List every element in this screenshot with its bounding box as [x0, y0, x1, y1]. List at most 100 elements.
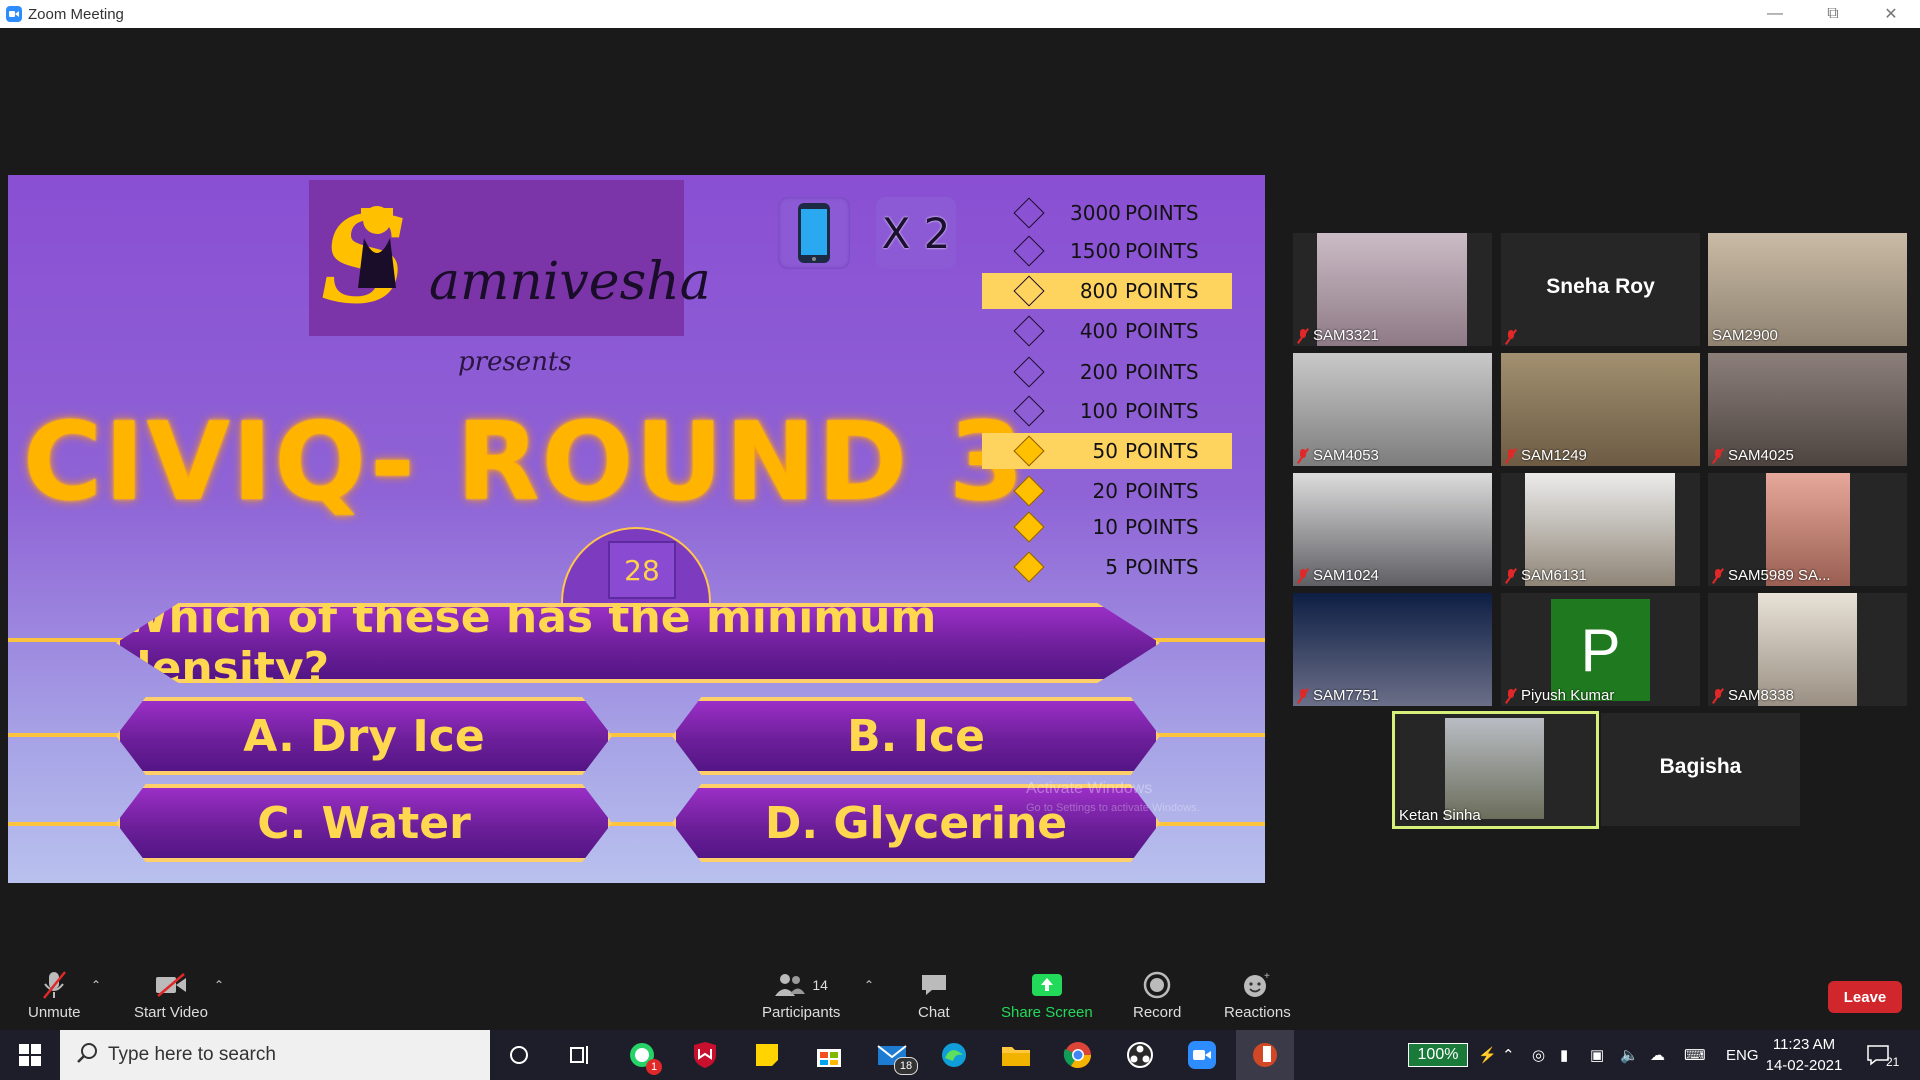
- participant-tile[interactable]: SAM2900: [1708, 233, 1907, 346]
- start-video-button[interactable]: Start Video: [134, 970, 208, 1021]
- video-options-chevron-icon[interactable]: ⌃: [214, 978, 224, 992]
- phone-lifeline-icon: [778, 197, 850, 269]
- mic-muted-icon: [1297, 328, 1309, 343]
- reactions-button[interactable]: + Reactions: [1224, 970, 1291, 1021]
- diamond-filled-icon: [1013, 435, 1045, 467]
- ladder-row: 10 POINTS: [982, 509, 1232, 545]
- participant-tile[interactable]: SAM6131: [1501, 473, 1700, 586]
- whatsapp-icon[interactable]: 1: [626, 1039, 662, 1075]
- windows-start-icon[interactable]: [0, 1030, 60, 1080]
- participant-tile[interactable]: SAM1024: [1293, 473, 1492, 586]
- battery-indicator[interactable]: 100%: [1408, 1043, 1468, 1067]
- obs-icon[interactable]: [1124, 1039, 1156, 1071]
- ladder-row: 5 POINTS: [982, 549, 1232, 585]
- mic-muted-icon: [1712, 688, 1724, 703]
- network-icon[interactable]: ▣: [1590, 1030, 1604, 1080]
- zoom-taskbar-icon[interactable]: [1186, 1039, 1218, 1071]
- diamond-icon: [1013, 235, 1045, 267]
- participant-tile[interactable]: SAM5989 SA...: [1708, 473, 1907, 586]
- windows-taskbar: Type here to search 1 18 100% ⚡ ⌃ ◎ ▮ ▣ …: [0, 1030, 1920, 1080]
- notification-count: 21: [1886, 1055, 1900, 1069]
- language-indicator[interactable]: ENG: [1726, 1030, 1759, 1080]
- shared-screen-slide: S S amnivesha presents CIVIQ- ROUND 3 X …: [8, 175, 1265, 883]
- show-hidden-icons-chevron-icon[interactable]: ⌃: [1502, 1030, 1515, 1080]
- leave-button[interactable]: Leave: [1828, 981, 1902, 1013]
- activation-watermark: Activate Windows: [1026, 780, 1153, 797]
- round-title: CIVIQ- ROUND 3: [23, 400, 1026, 525]
- option-b: B. Ice: [672, 697, 1160, 775]
- minimize-icon[interactable]: —: [1746, 0, 1804, 28]
- ladder-row: 3000 POINTS: [982, 195, 1232, 231]
- system-clock[interactable]: 11:23 AM 14-02-2021: [1764, 1034, 1844, 1076]
- participants-icon: 14: [774, 970, 828, 1000]
- unmute-button[interactable]: Unmute: [28, 970, 81, 1021]
- battery-tray-icon[interactable]: ▮: [1560, 1030, 1568, 1080]
- mic-muted-icon: [1505, 688, 1517, 703]
- mic-muted-icon: [1505, 568, 1517, 583]
- participant-tile[interactable]: SAM8338: [1708, 593, 1907, 706]
- option-c: C. Water: [116, 784, 612, 862]
- participant-tile[interactable]: SAM3321: [1293, 233, 1492, 346]
- mail-icon[interactable]: 18: [876, 1039, 918, 1075]
- participant-tile[interactable]: SAM1249: [1501, 353, 1700, 466]
- window-title: Zoom Meeting: [28, 5, 124, 23]
- taskbar-search-box[interactable]: Type here to search: [60, 1030, 490, 1080]
- restore-icon[interactable]: ⧉: [1804, 0, 1862, 28]
- svg-text:+: +: [1264, 971, 1270, 982]
- participants-options-chevron-icon[interactable]: ⌃: [864, 978, 874, 992]
- task-view-icon[interactable]: [563, 1039, 595, 1071]
- share-screen-icon: [1031, 970, 1063, 1000]
- participant-tile[interactable]: Sneha Roy: [1501, 233, 1700, 346]
- record-icon: [1143, 970, 1171, 1000]
- activation-watermark-sub: Go to Settings to activate Windows.: [1026, 802, 1200, 814]
- whatsapp-badge: 1: [646, 1059, 662, 1075]
- mic-muted-icon: [1505, 448, 1517, 463]
- diamond-icon: [1013, 395, 1045, 427]
- record-button[interactable]: Record: [1133, 970, 1181, 1021]
- edge-icon[interactable]: [938, 1039, 970, 1071]
- sticky-notes-icon[interactable]: [751, 1039, 783, 1071]
- clock-time: 11:23 AM: [1772, 1036, 1836, 1053]
- mic-muted-icon: [1297, 448, 1309, 463]
- participant-tile[interactable]: P Piyush Kumar: [1501, 593, 1700, 706]
- webcam-icon[interactable]: ◎: [1532, 1030, 1545, 1080]
- volume-icon[interactable]: 🔈: [1620, 1030, 1639, 1080]
- share-screen-button[interactable]: Share Screen: [1001, 970, 1093, 1021]
- option-a: A. Dry Ice: [116, 697, 612, 775]
- ladder-row: 100 POINTS: [982, 393, 1232, 429]
- video-off-icon: [154, 970, 188, 1000]
- onedrive-icon[interactable]: ☁: [1650, 1030, 1665, 1080]
- window-titlebar: Zoom Meeting — ⧉ ✕: [0, 0, 1920, 28]
- reactions-icon: +: [1242, 970, 1272, 1000]
- chat-button[interactable]: Chat: [918, 970, 950, 1021]
- close-icon[interactable]: ✕: [1862, 0, 1920, 28]
- mic-muted-icon: [1297, 688, 1309, 703]
- participant-tile[interactable]: SAM4025: [1708, 353, 1907, 466]
- audio-options-chevron-icon[interactable]: ⌃: [91, 978, 101, 992]
- brand-logo: S S amnivesha: [309, 180, 711, 336]
- ladder-row: 400 POINTS: [982, 313, 1232, 349]
- notification-center-icon[interactable]: 21: [1866, 1030, 1899, 1080]
- mcafee-icon[interactable]: [689, 1039, 721, 1071]
- store-icon[interactable]: [813, 1039, 845, 1071]
- ladder-row-current: 800 POINTS: [982, 273, 1232, 309]
- participant-tile[interactable]: SAM7751: [1293, 593, 1492, 706]
- cortana-icon[interactable]: [503, 1039, 535, 1071]
- file-explorer-icon[interactable]: [1000, 1039, 1032, 1071]
- participant-tile-active-speaker[interactable]: Ketan Sinha: [1392, 711, 1599, 829]
- participant-tile[interactable]: Bagisha: [1601, 713, 1800, 826]
- diamond-icon: [1013, 315, 1045, 347]
- chrome-icon[interactable]: [1062, 1039, 1094, 1071]
- participant-tile[interactable]: SAM4053: [1293, 353, 1492, 466]
- ladder-row: 1500 POINTS: [982, 233, 1232, 269]
- powerpoint-icon[interactable]: [1236, 1030, 1294, 1080]
- participant-name-large: Bagisha: [1659, 755, 1742, 778]
- participants-count: 14: [812, 977, 828, 993]
- keyboard-icon[interactable]: ⌨: [1684, 1030, 1706, 1080]
- mic-muted-icon: [1712, 448, 1724, 463]
- participants-button[interactable]: 14 Participants: [762, 970, 840, 1021]
- diamond-filled-icon: [1013, 511, 1045, 543]
- diamond-filled-icon: [1013, 551, 1045, 583]
- diamond-filled-icon: [1013, 475, 1045, 507]
- avatar: P: [1551, 599, 1650, 701]
